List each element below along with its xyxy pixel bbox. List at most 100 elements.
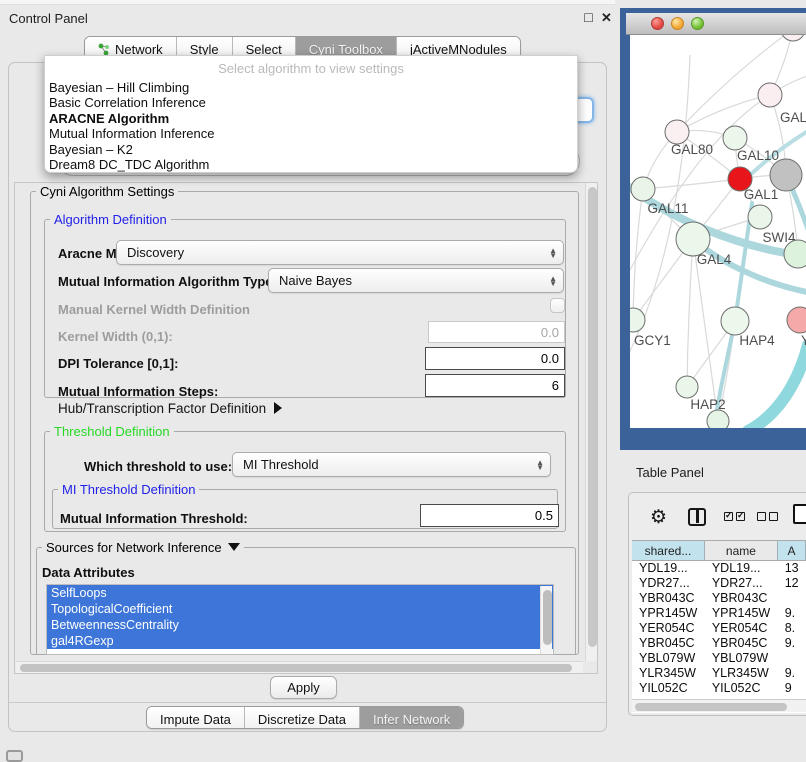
- attribute-item[interactable]: SelfLoops: [47, 585, 553, 601]
- table-column-header[interactable]: shared...: [632, 540, 705, 561]
- table-cell: YBL079W: [705, 651, 778, 666]
- table-row[interactable]: YER054CYER054C8.: [632, 621, 806, 636]
- table-cell: YER054C: [632, 621, 705, 636]
- network-node[interactable]: [758, 83, 782, 107]
- manual-kernel-checkbox[interactable]: [550, 298, 565, 313]
- network-node-label: GAL4: [697, 252, 732, 267]
- table-cell: YPR145W: [632, 606, 705, 621]
- collapsed-panel-icon[interactable]: [6, 750, 23, 762]
- algorithm-option[interactable]: Mutual Information Inference: [45, 126, 577, 141]
- tab-label: Infer Network: [373, 712, 450, 727]
- network-window-titlebar[interactable]: [626, 13, 806, 35]
- network-node[interactable]: [631, 177, 655, 201]
- network-edge-highlighted[interactable]: [748, 345, 806, 428]
- algorithm-option[interactable]: Basic Correlation Inference: [45, 95, 577, 110]
- select-all-columns-icon[interactable]: [724, 512, 745, 521]
- mi-steps-field[interactable]: 6: [425, 374, 565, 397]
- network-node[interactable]: [781, 35, 805, 41]
- mi-threshold-title: MI Threshold Definition: [58, 482, 199, 497]
- vertical-scrollbar[interactable]: [585, 183, 597, 661]
- close-panel-icon[interactable]: ✕: [599, 10, 614, 25]
- table-row[interactable]: YBL079WYBL079W: [632, 651, 806, 666]
- hub-section-toggle[interactable]: Hub/Transcription Factor Definition: [58, 401, 282, 416]
- cyni-settings-title: Cyni Algorithm Settings: [36, 184, 178, 199]
- mi-type-combo[interactable]: Naive Bayes ▲▼: [268, 268, 564, 293]
- table-row[interactable]: YIL052CYIL052C9: [632, 681, 806, 696]
- table-cell: 9.: [778, 606, 806, 621]
- float-window-icon[interactable]: □: [581, 10, 596, 25]
- which-threshold-value: MI Threshold: [243, 457, 319, 472]
- network-node-label: GAL1: [744, 187, 779, 202]
- attribute-item[interactable]: BetweennessCentrality: [47, 617, 553, 633]
- network-node[interactable]: [707, 410, 729, 428]
- network-node-label: GAL80: [671, 142, 713, 157]
- network-node[interactable]: [676, 222, 710, 256]
- attribute-item[interactable]: gal4RGexp: [47, 633, 553, 649]
- kernel-width-field[interactable]: 0.0: [428, 321, 565, 343]
- network-edge[interactable]: [643, 179, 740, 189]
- sources-toggle[interactable]: Sources for Network Inference: [42, 540, 244, 555]
- algorithm-option[interactable]: Bayesian – Hill Climbing: [45, 80, 577, 95]
- network-node-label: HAP4: [739, 333, 775, 348]
- table-column-header[interactable]: name: [705, 540, 778, 561]
- gear-icon[interactable]: ⚙: [650, 508, 667, 528]
- manual-kernel-label: Manual Kernel Width Definition: [58, 302, 250, 317]
- table-column-header[interactable]: A: [778, 540, 806, 561]
- table-row[interactable]: YBR043CYBR043C: [632, 591, 806, 606]
- apply-button[interactable]: Apply: [270, 676, 337, 699]
- dpi-tolerance-field[interactable]: 0.0: [425, 347, 565, 370]
- table-cell: [778, 651, 806, 666]
- network-icon: [98, 43, 110, 56]
- table-cell: YPR145W: [705, 606, 778, 621]
- tab-infer-network[interactable]: Infer Network: [360, 707, 463, 728]
- panel-divider: [9, 702, 606, 703]
- network-edge[interactable]: [687, 239, 693, 387]
- network-edge-highlighted[interactable]: [630, 183, 806, 257]
- network-node[interactable]: [748, 205, 772, 229]
- network-node[interactable]: [665, 120, 689, 144]
- network-node[interactable]: [721, 307, 749, 335]
- table-cell: YER054C: [705, 621, 778, 636]
- algorithm-option[interactable]: Dream8 DC_TDC Algorithm: [45, 157, 577, 172]
- horizontal-scrollbar[interactable]: [16, 661, 583, 673]
- mi-steps-label: Mutual Information Steps:: [58, 384, 218, 399]
- table-horizontal-scrollbar[interactable]: [632, 699, 806, 712]
- tab-impute-data[interactable]: Impute Data: [147, 707, 245, 728]
- table-cell: 9: [778, 681, 806, 696]
- spinner-arrows-icon: ▲▼: [549, 248, 557, 258]
- aracne-mode-value: Discovery: [127, 245, 184, 260]
- algorithm-option[interactable]: Bayesian – K2: [45, 142, 577, 157]
- table-cell: YDL19...: [705, 561, 778, 576]
- table-cell: 13: [778, 561, 806, 576]
- table-cell: 12: [778, 576, 806, 591]
- network-node[interactable]: [723, 126, 747, 150]
- network-node[interactable]: [630, 308, 645, 332]
- sources-title: Sources for Network Inference: [46, 540, 222, 555]
- network-edge[interactable]: [677, 95, 770, 132]
- table-row[interactable]: YPR145WYPR145W9.: [632, 606, 806, 621]
- zoom-traffic-light-icon[interactable]: [691, 17, 704, 30]
- table-row[interactable]: YBR045CYBR045C9.: [632, 636, 806, 651]
- minimize-traffic-light-icon[interactable]: [671, 17, 684, 30]
- network-node[interactable]: [787, 307, 806, 333]
- table-row[interactable]: YLR345WYLR345W9.: [632, 666, 806, 681]
- which-threshold-combo[interactable]: MI Threshold ▲▼: [232, 452, 551, 477]
- network-canvas[interactable]: GALGAL80GAL10GAL1GAL11SWI4GAL4GCY1HAP4YH…: [630, 35, 806, 428]
- table-cell: YBL079W: [632, 651, 705, 666]
- aracne-mode-combo[interactable]: Discovery ▲▼: [116, 240, 564, 265]
- network-node[interactable]: [770, 159, 802, 191]
- column-view-icon[interactable]: [688, 508, 706, 526]
- tab-discretize-data[interactable]: Discretize Data: [245, 707, 360, 728]
- table-row[interactable]: YDL19...YDL19...13: [632, 561, 806, 576]
- network-node[interactable]: [676, 376, 698, 398]
- deselect-all-columns-icon[interactable]: [757, 512, 778, 521]
- mi-threshold-field[interactable]: 0.5: [420, 504, 559, 527]
- close-traffic-light-icon[interactable]: [651, 17, 664, 30]
- algorithm-option[interactable]: ARACNE Algorithm: [45, 111, 577, 126]
- table-row[interactable]: YDR27...YDR27...12: [632, 576, 806, 591]
- attributes-scrollbar[interactable]: [540, 586, 552, 655]
- attribute-item[interactable]: TopologicalCoefficient: [47, 601, 553, 617]
- import-table-icon[interactable]: [793, 504, 806, 524]
- kernel-width-label: Kernel Width (0,1):: [58, 329, 173, 344]
- algorithm-dropdown-popup: Select algorithm to view settings Bayesi…: [44, 55, 578, 173]
